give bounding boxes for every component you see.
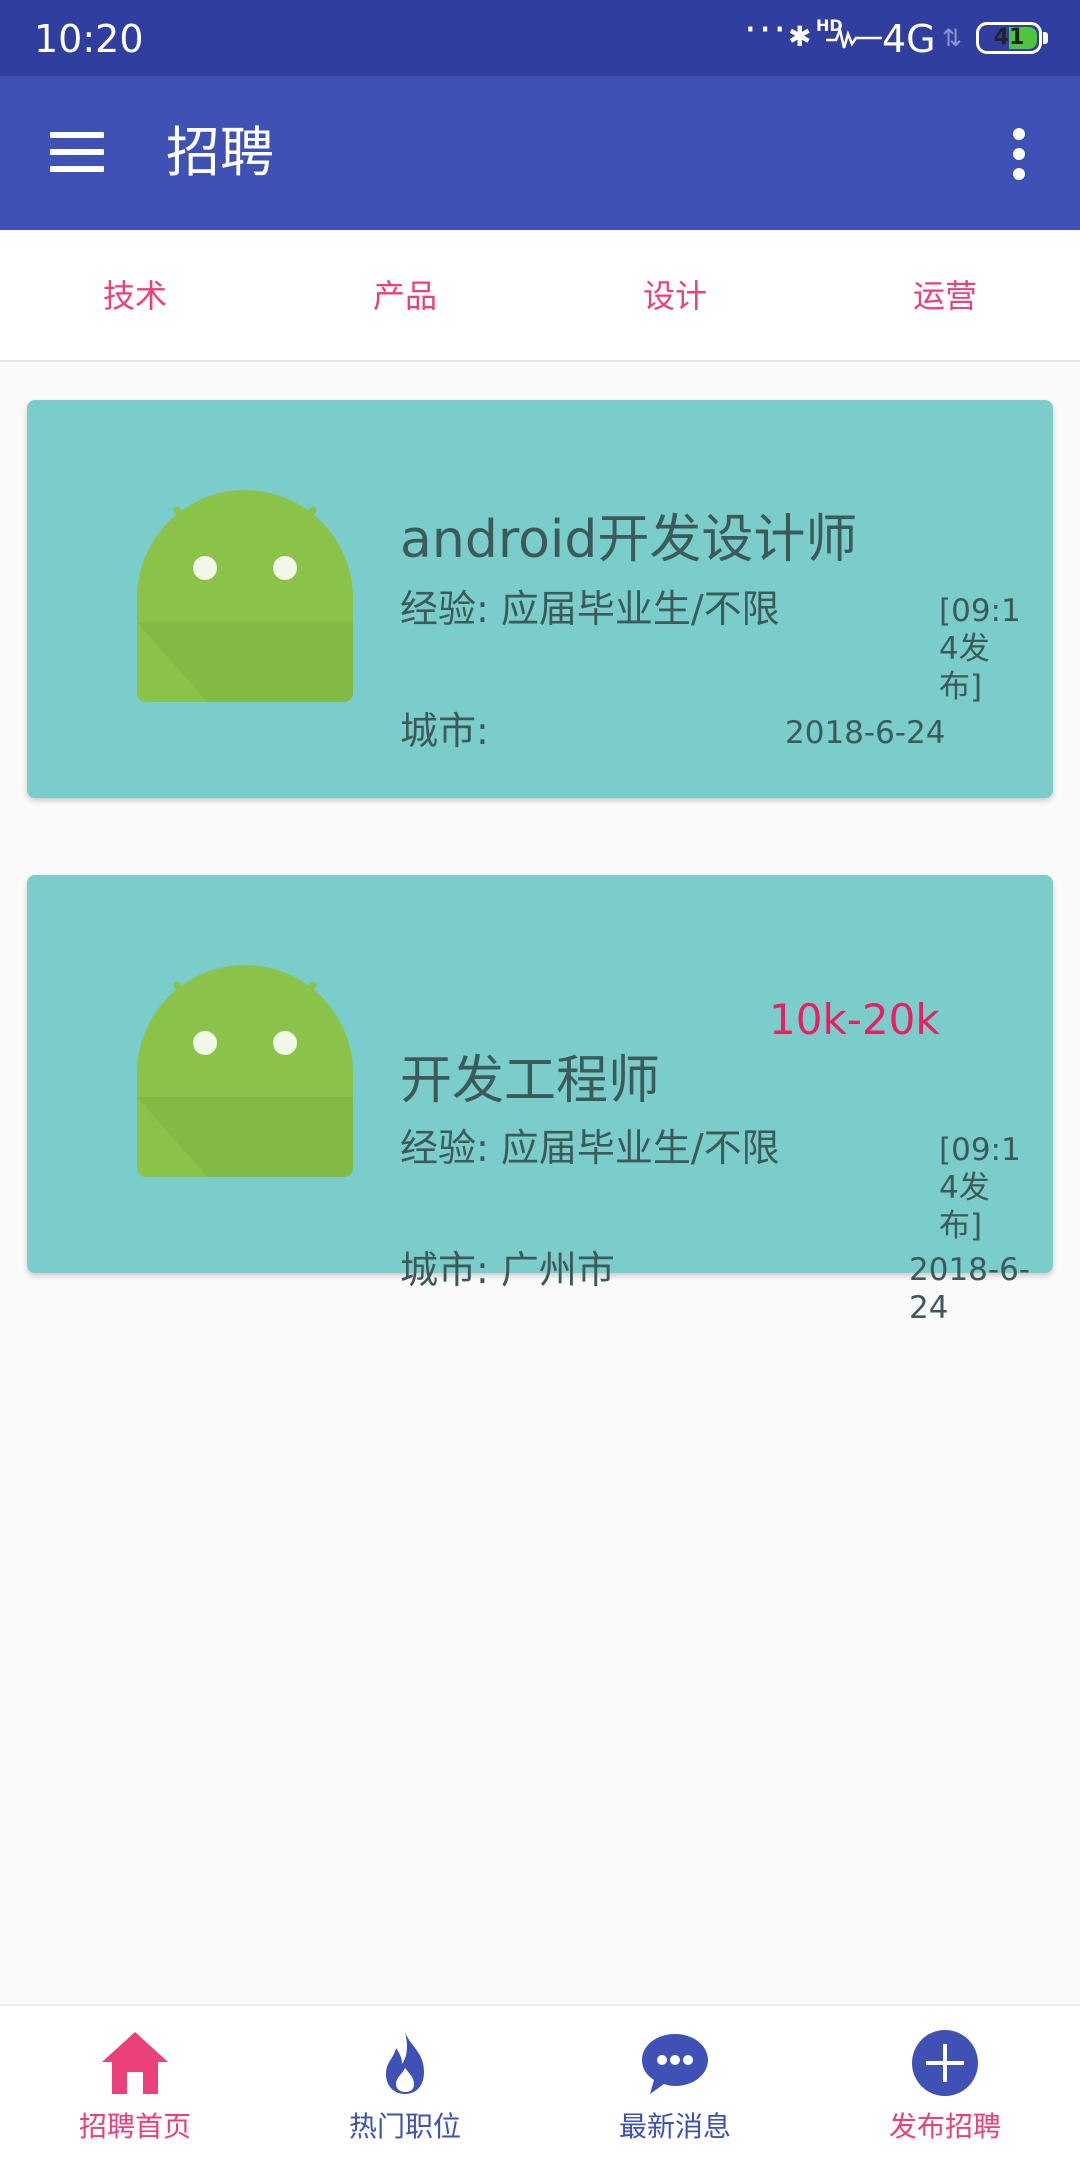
fire-icon [386,2032,424,2094]
job-published-time: [09:14发布] [939,1132,1021,1244]
signal-wave-icon [826,26,882,49]
battery-percent: 41 [993,25,1025,50]
hamburger-menu-icon[interactable] [50,132,104,172]
app-bar: 招聘 [0,76,1080,230]
battery-icon: 41 [976,22,1042,54]
android-logo-icon [137,965,353,1177]
job-date: 2018-6-24 [785,715,946,751]
nav-messages[interactable]: 最新消息 [540,2006,810,2160]
menu-line [50,166,104,172]
nav-label: 招聘首页 [78,2110,191,2143]
overflow-dot [1013,128,1025,140]
page-title: 招聘 [166,121,274,184]
job-experience: 经验: 应届毕业生/不限 [400,587,780,631]
bluetooth-icon: ✱ [788,20,812,53]
nav-label: 发布招聘 [888,2110,1001,2143]
tab-design[interactable]: 设计 [540,270,810,322]
category-tabs: 技术 产品 设计 运营 [0,230,1080,362]
tab-product[interactable]: 产品 [270,270,540,322]
chat-bubble-icon [642,2034,708,2094]
more-notifications-icon: ··· [744,7,789,53]
nav-post-job[interactable]: 发布招聘 [810,2006,1080,2160]
home-icon [102,2032,168,2094]
tab-tech[interactable]: 技术 [0,270,270,322]
job-published-time: [09:14发布] [939,593,1021,705]
job-title: 开发工程师 [400,1051,661,1111]
data-transfer-icon: ⇅ [942,24,963,52]
overflow-dot [1013,148,1025,160]
status-bar: 10:20 ··· ✱ HD 4G ⇅ 41 [0,0,1080,76]
add-circle-icon [912,2030,978,2096]
bottom-navigation: 招聘首页 热门职位 最新消息 发布招聘 [0,2004,1080,2160]
menu-line [50,149,104,155]
overflow-dot [1013,168,1025,180]
battery-tip [1043,32,1048,44]
menu-line [50,132,104,138]
nav-home[interactable]: 招聘首页 [0,2006,270,2160]
job-salary: 10k-20k [769,995,940,1044]
tab-operations[interactable]: 运营 [810,270,1080,322]
nav-label: 热门职位 [348,2110,461,2143]
job-title: android开发设计师 [400,510,858,570]
nav-label: 最新消息 [618,2110,731,2143]
job-date: 2018-6-24 [909,1252,1030,1326]
job-city: 城市: [400,709,489,753]
more-vert-icon[interactable] [1008,128,1030,180]
job-experience: 经验: 应届毕业生/不限 [400,1126,780,1170]
job-city: 城市: 广州市 [400,1248,615,1292]
job-card[interactable]: 10k-20k 开发工程师 经验: 应届毕业生/不限 [09:14发布] 城市:… [27,875,1053,1326]
status-time: 10:20 [34,17,144,61]
app-screen: 10:20 ··· ✱ HD 4G ⇅ 41 招聘 技术 产品 设计 运营 an… [0,0,1080,2160]
job-card[interactable]: android开发设计师 经验: 应届毕业生/不限 [09:14发布] 城市: … [27,400,1053,798]
android-logo-icon [137,490,353,702]
network-type: 4G [882,17,936,61]
nav-hot-jobs[interactable]: 热门职位 [270,2006,540,2160]
